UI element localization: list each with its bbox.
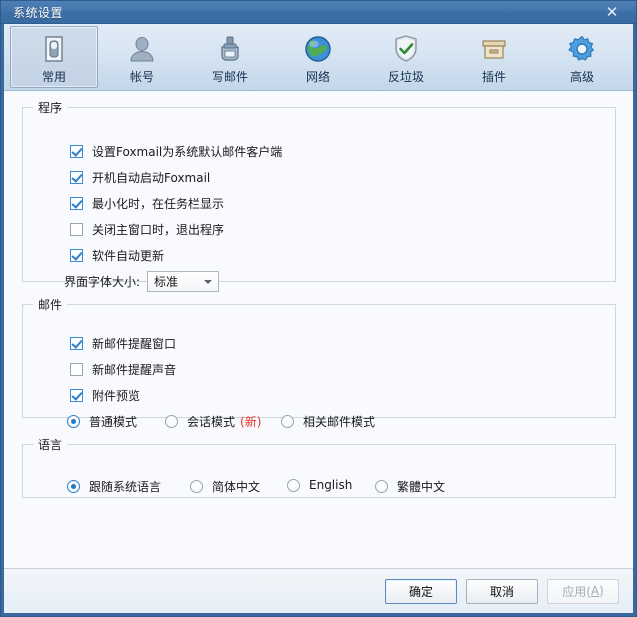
tab-general[interactable]: 常用 xyxy=(10,26,98,88)
radio-lang-english-label: English xyxy=(309,478,352,492)
tab-network[interactable]: 网络 xyxy=(274,26,362,88)
radio-lang-traditional-row[interactable]: 繁體中文 xyxy=(375,478,445,495)
tab-plugins[interactable]: 插件 xyxy=(450,26,538,88)
radio-lang-english[interactable] xyxy=(287,479,300,492)
checkbox-autostart[interactable] xyxy=(70,171,83,184)
radio-mode-conversation-label: 会话模式 xyxy=(187,413,235,430)
checkbox-attachment-preview-row[interactable]: 附件预览 xyxy=(70,387,140,404)
checkbox-minimize-tray-label: 最小化时，在任务栏显示 xyxy=(92,195,224,212)
ok-button[interactable]: 确定 xyxy=(385,579,457,604)
font-size-value: 标准 xyxy=(154,273,200,290)
checkbox-default-client-label: 设置Foxmail为系统默认邮件客户端 xyxy=(92,143,282,160)
radio-mode-conversation[interactable] xyxy=(165,415,178,428)
tab-advanced-label: 高级 xyxy=(570,68,594,85)
radio-mode-normal[interactable] xyxy=(67,415,80,428)
tab-compose-label: 写邮件 xyxy=(212,68,248,85)
user-icon xyxy=(126,33,158,65)
checkbox-autostart-row[interactable]: 开机自动启动Foxmail xyxy=(70,169,210,186)
checkbox-minimize-tray[interactable] xyxy=(70,197,83,210)
checkbox-exit-on-close-label: 关闭主窗口时，退出程序 xyxy=(92,221,224,238)
apply-button: 应用(A) xyxy=(547,579,619,604)
radio-lang-simplified[interactable] xyxy=(190,480,203,493)
group-program: 程序 设置Foxmail为系统默认邮件客户端 开机自动启动Foxmail 最小化… xyxy=(22,99,616,282)
tab-compose[interactable]: 写邮件 xyxy=(186,26,274,88)
checkbox-attachment-preview[interactable] xyxy=(70,389,83,402)
chevron-down-icon xyxy=(204,280,212,284)
tab-network-label: 网络 xyxy=(306,68,330,85)
checkbox-autostart-label: 开机自动启动Foxmail xyxy=(92,169,210,186)
radio-mode-related-row[interactable]: 相关邮件模式 xyxy=(281,413,375,430)
group-program-legend: 程序 xyxy=(33,99,67,116)
switch-icon xyxy=(38,33,70,65)
radio-lang-system-label: 跟随系统语言 xyxy=(89,478,161,495)
window-title: 系统设置 xyxy=(13,4,63,21)
radio-lang-simplified-label: 简体中文 xyxy=(212,478,260,495)
group-mail-legend: 邮件 xyxy=(33,296,67,313)
group-language: 语言 跟随系统语言 简体中文 English 繁體中文 xyxy=(22,436,616,498)
radio-lang-system-row[interactable]: 跟随系统语言 xyxy=(67,478,161,495)
checkbox-new-mail-popup-label: 新邮件提醒窗口 xyxy=(92,335,176,352)
radio-lang-traditional-label: 繁體中文 xyxy=(397,478,445,495)
checkbox-exit-on-close-row[interactable]: 关闭主窗口时，退出程序 xyxy=(70,221,224,238)
radio-lang-traditional[interactable] xyxy=(375,480,388,493)
checkbox-new-mail-popup-row[interactable]: 新邮件提醒窗口 xyxy=(70,335,176,352)
radio-lang-system[interactable] xyxy=(67,480,80,493)
tab-plugins-label: 插件 xyxy=(482,68,506,85)
checkbox-new-mail-sound[interactable] xyxy=(70,363,83,376)
group-language-legend: 语言 xyxy=(33,436,67,453)
title-bar: 系统设置 ✕ xyxy=(0,0,637,24)
radio-mode-related[interactable] xyxy=(281,415,294,428)
checkbox-auto-update[interactable] xyxy=(70,249,83,262)
checkbox-attachment-preview-label: 附件预览 xyxy=(92,387,140,404)
settings-dialog: 系统设置 ✕ 常用 帐号 xyxy=(0,0,637,617)
radio-mode-related-label: 相关邮件模式 xyxy=(303,413,375,430)
checkbox-exit-on-close[interactable] xyxy=(70,223,83,236)
radio-mode-normal-row[interactable]: 普通模式 xyxy=(67,413,137,430)
apply-button-mnemonic: A xyxy=(591,584,599,598)
dialog-footer: 确定 取消 应用(A) xyxy=(4,568,633,613)
apply-button-prefix: 应用( xyxy=(562,583,591,600)
gear-icon xyxy=(566,33,598,65)
tab-antispam-label: 反垃圾 xyxy=(388,68,424,85)
globe-icon xyxy=(302,33,334,65)
close-icon[interactable]: ✕ xyxy=(595,2,629,22)
box-icon xyxy=(478,33,510,65)
checkbox-new-mail-popup[interactable] xyxy=(70,337,83,350)
tab-account[interactable]: 帐号 xyxy=(98,26,186,88)
radio-mode-normal-label: 普通模式 xyxy=(89,413,137,430)
checkbox-auto-update-label: 软件自动更新 xyxy=(92,247,164,264)
font-size-row: 界面字体大小: 标准 xyxy=(64,271,219,292)
radio-mode-conversation-row[interactable]: 会话模式 (新) xyxy=(165,413,261,430)
font-size-select[interactable]: 标准 xyxy=(147,271,219,292)
tab-antispam[interactable]: 反垃圾 xyxy=(362,26,450,88)
checkbox-auto-update-row[interactable]: 软件自动更新 xyxy=(70,247,164,264)
inkwell-icon xyxy=(214,33,246,65)
tab-account-label: 帐号 xyxy=(130,68,154,85)
tab-advanced[interactable]: 高级 xyxy=(538,26,626,88)
tab-general-label: 常用 xyxy=(42,68,66,85)
checkbox-minimize-tray-row[interactable]: 最小化时，在任务栏显示 xyxy=(70,195,224,212)
checkbox-default-client-row[interactable]: 设置Foxmail为系统默认邮件客户端 xyxy=(70,143,282,160)
radio-lang-simplified-row[interactable]: 简体中文 xyxy=(190,478,260,495)
checkbox-default-client[interactable] xyxy=(70,145,83,158)
radio-lang-english-row[interactable]: English xyxy=(287,478,352,492)
tab-strip: 常用 帐号 写邮件 xyxy=(4,24,633,91)
shield-check-icon xyxy=(390,33,422,65)
group-mail: 邮件 新邮件提醒窗口 新邮件提醒声音 附件预览 普通模式 会话模式 (新) xyxy=(22,296,616,418)
apply-button-suffix: ) xyxy=(599,584,604,598)
font-size-label: 界面字体大小: xyxy=(64,273,140,290)
new-badge: (新) xyxy=(240,413,261,430)
checkbox-new-mail-sound-label: 新邮件提醒声音 xyxy=(92,361,176,378)
cancel-button[interactable]: 取消 xyxy=(466,579,538,604)
settings-content: 程序 设置Foxmail为系统默认邮件客户端 开机自动启动Foxmail 最小化… xyxy=(4,91,633,568)
checkbox-new-mail-sound-row[interactable]: 新邮件提醒声音 xyxy=(70,361,176,378)
